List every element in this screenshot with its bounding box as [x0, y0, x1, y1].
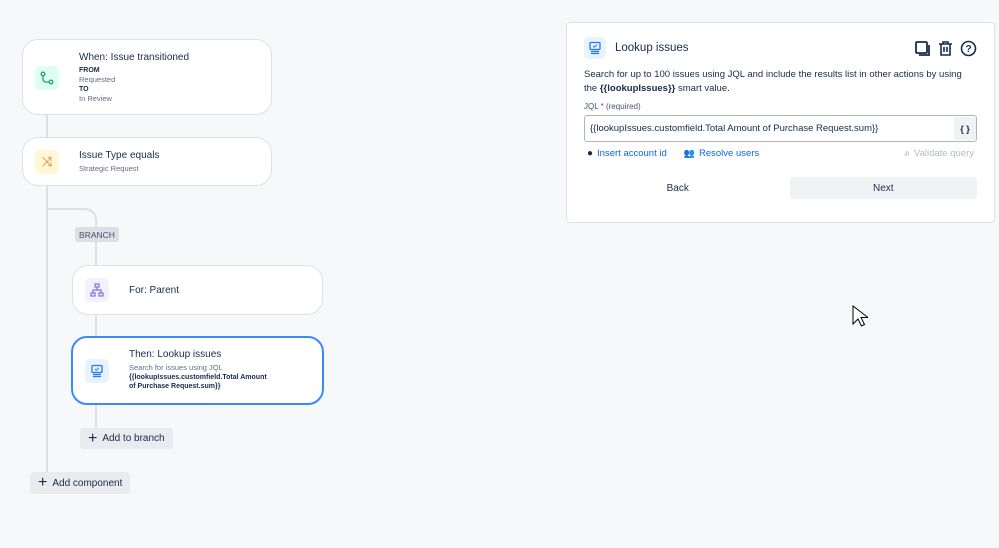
users-icon: 👥	[683, 148, 695, 158]
monitor-icon	[85, 359, 109, 383]
desc-text-end: smart value.	[675, 83, 730, 94]
lookup-issues-panel: Lookup issues ? Search for up to 100 iss…	[566, 22, 995, 223]
insert-account-label: Insert account id	[597, 148, 667, 159]
panel-title: Lookup issues	[615, 42, 689, 54]
branch-rule-card[interactable]: For: Parent	[72, 265, 323, 315]
insert-account-id-link[interactable]: ● Insert account id	[587, 148, 667, 159]
add-to-branch-button[interactable]: + Add to branch	[80, 428, 173, 449]
condition-value: Strategic Request	[79, 164, 139, 173]
panel-description: Search for up to 100 issues using JQL an…	[584, 68, 977, 96]
trigger-card[interactable]: When: Issue transitioned FROM Requested …	[22, 39, 272, 115]
smart-value: {{lookupIssues}}	[599, 83, 676, 94]
smart-value-button[interactable]: { }	[954, 117, 976, 140]
next-button[interactable]: Next	[789, 177, 977, 199]
back-button[interactable]: Back	[584, 177, 772, 199]
svg-text:?: ?	[965, 44, 971, 55]
duplicate-icon[interactable]	[914, 40, 931, 57]
action-card[interactable]: Then: Lookup issues Search for issues us…	[71, 336, 324, 405]
plus-icon: +	[88, 429, 98, 447]
delete-icon[interactable]	[937, 40, 954, 57]
branch-rule-title: For: Parent	[129, 284, 180, 296]
from-label: FROM	[79, 67, 100, 74]
branch-tag: BRANCH	[75, 227, 119, 242]
jql-input[interactable]: {{lookupIssues.customfield.Total Amount …	[584, 115, 977, 142]
hierarchy-icon	[85, 278, 109, 302]
jql-label: JQL * (required)	[584, 102, 977, 111]
help-icon[interactable]: ?	[960, 40, 977, 57]
add-to-branch-label: Add to branch	[102, 433, 165, 444]
plus-icon: +	[38, 474, 48, 491]
to-label: TO	[79, 85, 89, 93]
required-mark: *	[600, 102, 604, 111]
to-value: In Review	[79, 93, 112, 103]
trigger-title: When: Issue transitioned	[79, 52, 190, 63]
transition-icon	[35, 66, 59, 90]
required-text: (required)	[605, 102, 641, 111]
condition-title: Issue Type equals	[79, 150, 160, 161]
user-icon: ●	[587, 148, 594, 159]
monitor-icon	[584, 37, 606, 59]
validate-query-link[interactable]: ⌕ Validate query	[905, 148, 974, 159]
add-component-button[interactable]: + Add component	[30, 472, 131, 494]
action-jql: {{lookupIssues.customfield.Total Amount …	[129, 373, 267, 390]
jql-value[interactable]: {{lookupIssues.customfield.Total Amount …	[590, 123, 878, 134]
shuffle-icon: ⤨	[35, 150, 59, 174]
action-desc: Search for issues using JQL	[129, 363, 223, 372]
resolve-users-link[interactable]: 👥 Resolve users	[684, 148, 759, 159]
jql-label-text: JQL	[584, 102, 599, 111]
action-title: Then: Lookup issues	[129, 349, 222, 360]
condition-card[interactable]: ⤨ Issue Type equals Strategic Request	[22, 137, 272, 186]
search-icon: ⌕	[904, 148, 910, 159]
from-value: Requested	[79, 75, 116, 84]
resolve-users-label: Resolve users	[698, 148, 760, 159]
mouse-cursor-icon	[852, 305, 868, 327]
validate-label: Validate query	[913, 148, 974, 159]
add-component-label: Add component	[52, 477, 123, 489]
